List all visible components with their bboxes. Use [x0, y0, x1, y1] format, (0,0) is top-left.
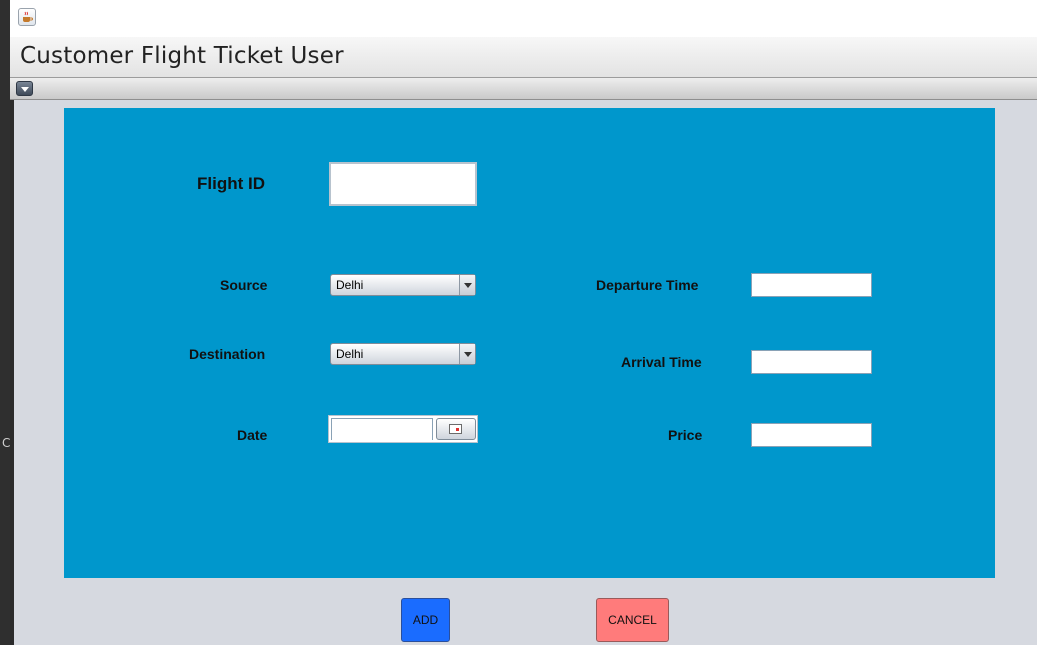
- arrival-time-input[interactable]: [752, 351, 871, 373]
- price-input[interactable]: [752, 424, 871, 446]
- window-titlebar: [10, 0, 1037, 37]
- frame-menu-strip: [10, 78, 1037, 100]
- flight-form-panel: Flight ID Source Delhi Destination Delhi…: [64, 108, 995, 578]
- date-picker-button[interactable]: [436, 418, 476, 440]
- frame-title: Customer Flight Ticket User: [20, 43, 344, 69]
- price-field[interactable]: [751, 423, 872, 447]
- chevron-down-icon[interactable]: [459, 275, 475, 295]
- flight-id-input[interactable]: [331, 164, 475, 204]
- destination-selected-value: Delhi: [336, 347, 364, 361]
- destination-label: Destination: [189, 346, 266, 362]
- source-select[interactable]: Delhi: [330, 274, 476, 296]
- date-picker[interactable]: [328, 415, 478, 443]
- departure-time-input[interactable]: [752, 274, 871, 296]
- price-label: Price: [668, 427, 703, 443]
- source-label: Source: [220, 277, 268, 293]
- content-area: Flight ID Source Delhi Destination Delhi…: [14, 100, 1037, 645]
- add-button[interactable]: ADD: [401, 598, 450, 642]
- chevron-down-icon[interactable]: [16, 81, 33, 96]
- background-desktop: C: [0, 0, 10, 645]
- background-glyph: C: [2, 436, 11, 450]
- arrival-time-field[interactable]: [751, 350, 872, 374]
- date-label: Date: [237, 427, 268, 443]
- calendar-icon: [449, 424, 462, 434]
- date-field[interactable]: [331, 418, 433, 440]
- internal-frame-header: Customer Flight Ticket User: [10, 37, 1037, 78]
- date-input[interactable]: [332, 420, 432, 440]
- cancel-button[interactable]: CANCEL: [596, 598, 669, 642]
- chevron-down-icon[interactable]: [459, 344, 475, 364]
- arrival-time-label: Arrival Time: [621, 354, 702, 370]
- java-cup-icon[interactable]: [18, 8, 36, 26]
- flight-id-label: Flight ID: [197, 174, 265, 193]
- departure-time-field[interactable]: [751, 273, 872, 297]
- source-selected-value: Delhi: [336, 278, 364, 292]
- departure-time-label: Departure Time: [596, 277, 699, 293]
- destination-select[interactable]: Delhi: [330, 343, 476, 365]
- flight-id-field[interactable]: [329, 162, 477, 206]
